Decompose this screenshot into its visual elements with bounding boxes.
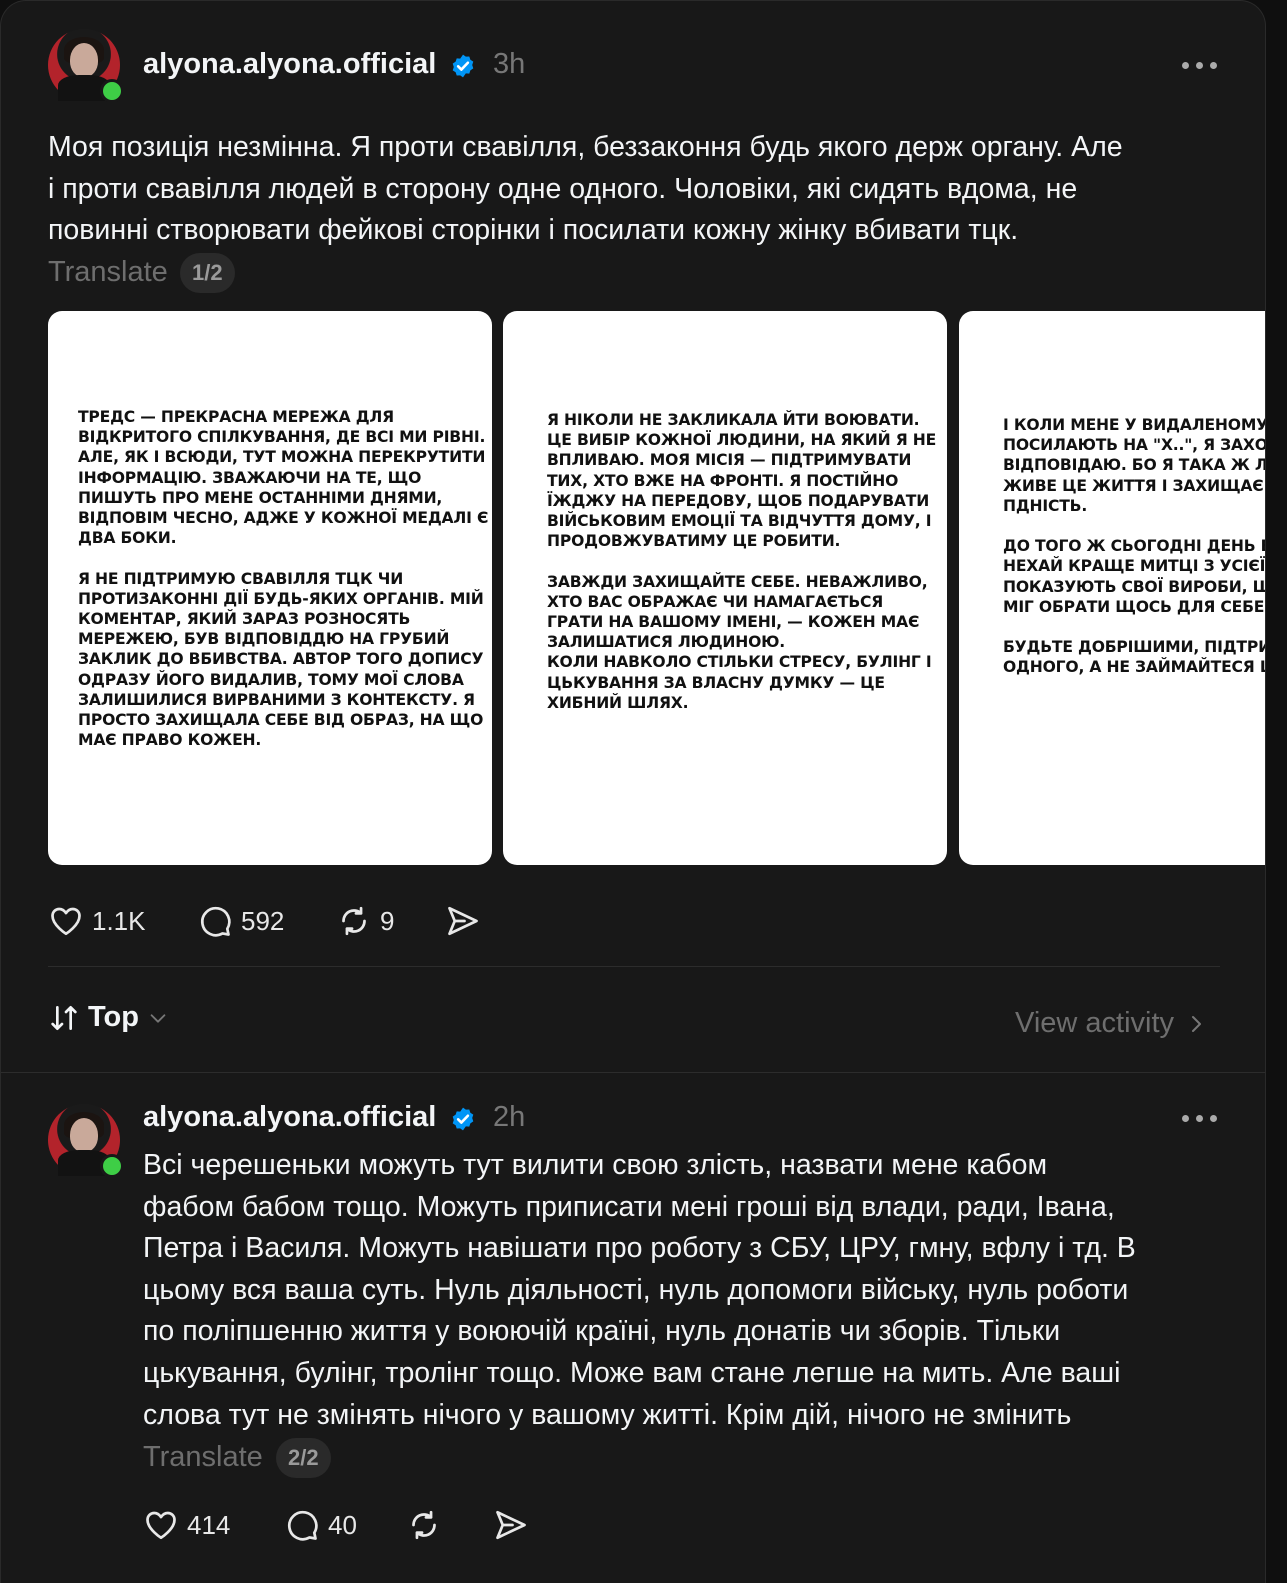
thread-panel: alyona.alyona.official 3h Моя позиція не… xyxy=(0,0,1266,1583)
reply-author-avatar[interactable] xyxy=(48,1104,124,1178)
post-time: 3h xyxy=(493,48,526,80)
comment-button[interactable]: 592 xyxy=(197,903,284,939)
more-icon[interactable] xyxy=(1180,1112,1220,1124)
avatar-face xyxy=(70,1118,98,1152)
post-image[interactable]: ТРЕДС — ПРЕКРАСНА МЕРЕЖА ДЛЯ ВІДКРИТОГО … xyxy=(48,311,492,865)
reply-text-line: цьому вся ваша суть. Нуль діяльності, ну… xyxy=(143,1274,1129,1306)
more-icon[interactable] xyxy=(1180,59,1220,71)
verified-badge-icon xyxy=(452,1107,474,1131)
like-count: 1.1K xyxy=(92,905,146,936)
repost-button[interactable] xyxy=(406,1507,442,1543)
divider xyxy=(1,1072,1265,1073)
verified-badge-icon xyxy=(452,54,474,78)
reply-username[interactable]: alyona.alyona.official xyxy=(143,1101,436,1134)
image-text: І КОЛИ МЕНЕ У ВИДАЛЕНОМУ ДО ПОСИЛАЮТЬ НА… xyxy=(1003,416,1266,677)
share-icon xyxy=(448,906,478,936)
comment-icon xyxy=(201,906,231,937)
sort-icon xyxy=(51,1005,77,1030)
comment-button[interactable]: 40 xyxy=(284,1507,357,1543)
online-status-icon xyxy=(100,1154,124,1178)
comment-icon xyxy=(288,1510,318,1541)
repost-icon xyxy=(412,1510,436,1540)
sort-label: Top xyxy=(88,1001,139,1033)
post-username[interactable]: alyona.alyona.official xyxy=(143,48,436,81)
post-text-line: повинні створювати фейкові сторінки і по… xyxy=(48,214,1019,246)
view-activity-label: View activity xyxy=(1015,1007,1175,1039)
reply-text-line: фабом бабом тощо. Можуть приписати мені … xyxy=(143,1191,1115,1223)
like-count: 414 xyxy=(187,1509,231,1540)
reply-text-line: по поліпшенню життя у воюючій країні, ну… xyxy=(143,1315,1061,1347)
reply-time: 2h xyxy=(493,1101,526,1133)
share-icon xyxy=(496,1510,526,1540)
reply-text-line: цькування, булінг, тролінг тощо. Може ва… xyxy=(143,1357,1121,1389)
divider xyxy=(48,966,1220,967)
share-button[interactable] xyxy=(445,903,481,939)
translate-link[interactable]: Translate xyxy=(48,256,168,289)
chevron-down-icon xyxy=(150,1013,166,1023)
repost-button[interactable]: 9 xyxy=(336,903,394,939)
comment-count: 592 xyxy=(241,905,285,936)
author-avatar[interactable] xyxy=(48,29,124,103)
share-button[interactable] xyxy=(493,1507,529,1543)
image-text: ТРЕДС — ПРЕКРАСНА МЕРЕЖА ДЛЯ ВІДКРИТОГО … xyxy=(78,408,489,750)
heart-icon xyxy=(51,907,81,936)
heart-icon xyxy=(146,1511,176,1540)
like-button[interactable]: 1.1K xyxy=(48,903,146,939)
repost-count: 9 xyxy=(380,905,395,936)
like-button[interactable]: 414 xyxy=(143,1507,230,1543)
reply-text-line: Всі черешеньки можуть тут вилити свою зл… xyxy=(143,1149,1048,1181)
chevron-right-icon xyxy=(1192,1015,1202,1032)
sort-dropdown[interactable]: Top xyxy=(48,1001,169,1034)
reply-text-line: слова тут не змінять нічого у вашому жит… xyxy=(143,1399,1072,1431)
online-status-icon xyxy=(100,79,124,103)
post-text-line: Моя позиція незмінна. Я проти свавілля, … xyxy=(48,131,1123,163)
view-activity-link[interactable]: View activity xyxy=(1015,1007,1206,1040)
image-text: Я НІКОЛИ НЕ ЗАКЛИКАЛА ЙТИ ВОЮВАТИ. ЦЕ ВИ… xyxy=(547,411,937,712)
post-image[interactable]: І КОЛИ МЕНЕ У ВИДАЛЕНОМУ ДО ПОСИЛАЮТЬ НА… xyxy=(959,311,1266,865)
translate-link[interactable]: Translate xyxy=(143,1441,263,1474)
thread-pager-badge: 2/2 xyxy=(276,1438,331,1478)
post-image[interactable]: Я НІКОЛИ НЕ ЗАКЛИКАЛА ЙТИ ВОЮВАТИ. ЦЕ ВИ… xyxy=(503,311,947,865)
avatar-face xyxy=(70,43,98,77)
repost-icon xyxy=(342,906,366,936)
reply-text-line: Петра і Василя. Можуть навішати про робо… xyxy=(143,1232,1136,1264)
comment-count: 40 xyxy=(328,1509,357,1540)
post-text-line: і проти свавілля людей в сторону одне од… xyxy=(48,173,1078,205)
thread-pager-badge: 1/2 xyxy=(180,253,235,293)
